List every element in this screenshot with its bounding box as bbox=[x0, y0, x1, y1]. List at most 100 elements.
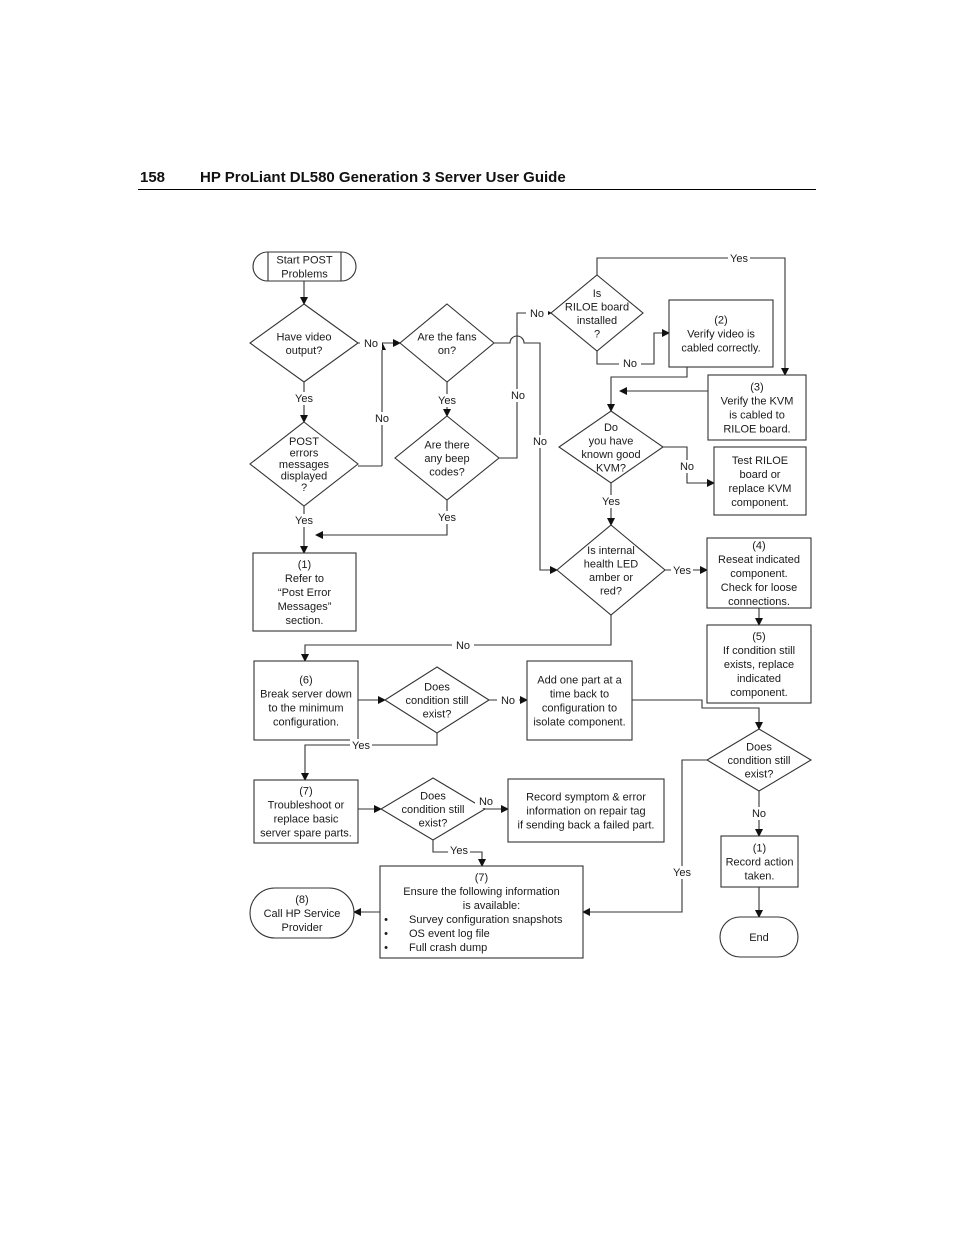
node-fans: Are the fans on? bbox=[399, 303, 495, 383]
node-add-part-text: configuration to bbox=[542, 703, 617, 715]
edge-label-yes: Yes bbox=[438, 395, 456, 407]
node-ensure-info: (7) Ensure the following information is av… bbox=[379, 865, 584, 959]
node-known-kvm-text: you have bbox=[589, 435, 634, 447]
node-break-down-text: Break server down bbox=[260, 689, 352, 701]
node-fans-text: Are the fans bbox=[417, 331, 477, 343]
node-refer-text: Messages” bbox=[278, 601, 332, 613]
node-record-action-text: Record action bbox=[726, 857, 794, 869]
node-troubleshoot-text: server spare parts. bbox=[260, 828, 352, 840]
node-post-errors-text: messages bbox=[279, 459, 330, 471]
edge-label-no: No bbox=[456, 640, 470, 652]
node-start: Start POST Problems bbox=[252, 251, 357, 282]
node-call-hp-text: Call HP Service bbox=[264, 908, 341, 920]
node-beep-text: Are there bbox=[424, 440, 469, 452]
node-replace-text: exists, replace bbox=[724, 659, 794, 671]
node-refer-text: section. bbox=[286, 615, 324, 627]
node-end: End bbox=[719, 916, 799, 958]
edge-label-no: No bbox=[530, 308, 544, 320]
node-troubleshoot-text: replace basic bbox=[274, 814, 339, 826]
node-cond1-text: condition still bbox=[406, 695, 469, 707]
node-add-part-text: isolate component. bbox=[533, 717, 625, 729]
nodes: Start POST Problems Have video output? Are t… bbox=[249, 251, 813, 959]
edge-label-no: No bbox=[375, 413, 389, 425]
node-cond1-text: Does bbox=[424, 682, 450, 694]
node-beep-text: any beep bbox=[424, 453, 469, 465]
node-cond2: Doescondition still exist? bbox=[379, 777, 487, 841]
edge-label-no: No bbox=[501, 695, 515, 707]
node-break-down-text: (6) bbox=[299, 675, 312, 687]
node-verify-video-text: (2) bbox=[714, 315, 727, 327]
node-reseat: (4) Reseat indicated component. Check for l… bbox=[706, 537, 812, 609]
node-known-kvm-text: Do bbox=[604, 422, 618, 434]
edge-label-yes: Yes bbox=[673, 867, 691, 879]
node-reseat-text: (4) bbox=[752, 540, 765, 552]
node-video-text: output? bbox=[286, 345, 323, 357]
node-cond2-text: condition still bbox=[402, 804, 465, 816]
node-troubleshoot: (7) Troubleshoot or replace basic server sp… bbox=[253, 779, 359, 844]
node-end-text: End bbox=[749, 932, 769, 944]
node-replace-text: If condition still bbox=[723, 645, 795, 657]
node-fans-text: on? bbox=[438, 345, 456, 357]
node-verify-kvm-text: Verify the KVM bbox=[721, 396, 794, 408]
node-post-errors: POSTerrorsmessagesdisplayed? bbox=[249, 421, 359, 507]
ensure-info-bullet: OS event log file bbox=[409, 928, 490, 940]
node-cond1-text: exist? bbox=[423, 709, 452, 721]
node-beep: Are thereany beep codes? bbox=[394, 415, 500, 501]
node-reseat-text: Reseat indicated bbox=[718, 554, 800, 566]
node-replace: (5) If condition still exists, replace indi… bbox=[706, 624, 812, 704]
node-verify-kvm-text: (3) bbox=[750, 382, 763, 394]
node-verify-kvm-text: is cabled to bbox=[729, 410, 785, 422]
node-reseat-text: connections. bbox=[728, 596, 790, 608]
node-replace-text: indicated bbox=[737, 673, 781, 685]
edge-label-yes: Yes bbox=[295, 393, 313, 405]
post-problems-flowchart: Start POST Problems Have video output? Are t… bbox=[249, 251, 813, 959]
node-post-errors-text: errors bbox=[290, 448, 319, 460]
edge-label-no: No bbox=[680, 461, 694, 473]
node-riloe-text: ? bbox=[594, 328, 600, 340]
node-reseat-text: component. bbox=[730, 568, 787, 580]
node-cond2-text: Does bbox=[420, 791, 446, 803]
connector-arrow bbox=[607, 367, 688, 412]
node-verify-kvm: (3) Verify the KVM is cabled to RILOE board… bbox=[707, 374, 807, 441]
edge-label-yes: Yes bbox=[602, 496, 620, 508]
node-cond3-text: Does bbox=[746, 742, 772, 754]
node-known-kvm-text: KVM? bbox=[596, 462, 626, 474]
node-health-led-text: red? bbox=[600, 585, 622, 597]
connector-arrow bbox=[494, 335, 558, 574]
node-cond3-text: exist? bbox=[745, 769, 774, 781]
node-refer-text: (1) bbox=[298, 559, 311, 571]
node-verify-kvm-text: RILOE board. bbox=[723, 424, 790, 436]
node-call-hp-text: Provider bbox=[282, 922, 323, 934]
edge-label-yes: Yes bbox=[438, 512, 456, 524]
node-record-action-text: (1) bbox=[753, 843, 766, 855]
node-start-text: Start POST bbox=[276, 255, 333, 267]
node-add-part: Add one part at a time back to configurati… bbox=[526, 660, 633, 741]
connector-arrow bbox=[632, 699, 763, 730]
node-record-action: (1) Record action taken. bbox=[720, 835, 799, 888]
node-break-down-text: configuration. bbox=[273, 717, 339, 729]
node-troubleshoot-text: (7) bbox=[299, 786, 312, 798]
node-reseat-text: Check for loose bbox=[721, 582, 797, 594]
node-cond3: Doescondition still exist? bbox=[705, 728, 813, 792]
node-test-riloe-text: component. bbox=[731, 497, 788, 509]
node-test-riloe-text: Test RILOE bbox=[732, 455, 788, 467]
node-known-kvm-text: known good bbox=[581, 449, 640, 461]
node-test-riloe-text: board or bbox=[740, 469, 781, 481]
node-video-text: Have video bbox=[276, 331, 331, 343]
node-post-errors-text: POST bbox=[289, 436, 319, 448]
node-health-led-text: amber or bbox=[589, 572, 633, 584]
node-riloe-text: RILOE board bbox=[565, 301, 629, 313]
edge-label-no: No bbox=[752, 808, 766, 820]
node-known-kvm: Doyou have known goodKVM? bbox=[558, 410, 664, 484]
node-riloe-text: installed bbox=[577, 315, 617, 327]
node-beep-text: codes? bbox=[429, 467, 464, 479]
edge-label-yes: Yes bbox=[450, 845, 468, 857]
edge-label-no: No bbox=[364, 338, 378, 350]
node-health-led-text: Is internal bbox=[587, 545, 635, 557]
ensure-info-bullet: Survey configuration snapshots bbox=[409, 914, 563, 926]
edge-label-yes: Yes bbox=[295, 515, 313, 527]
node-riloe-text: Is bbox=[593, 288, 602, 300]
bullet-icon: • bbox=[384, 928, 388, 940]
node-record-action-text: taken. bbox=[745, 871, 775, 883]
node-health-led: Is internalhealth LED amber orred? bbox=[556, 524, 666, 616]
